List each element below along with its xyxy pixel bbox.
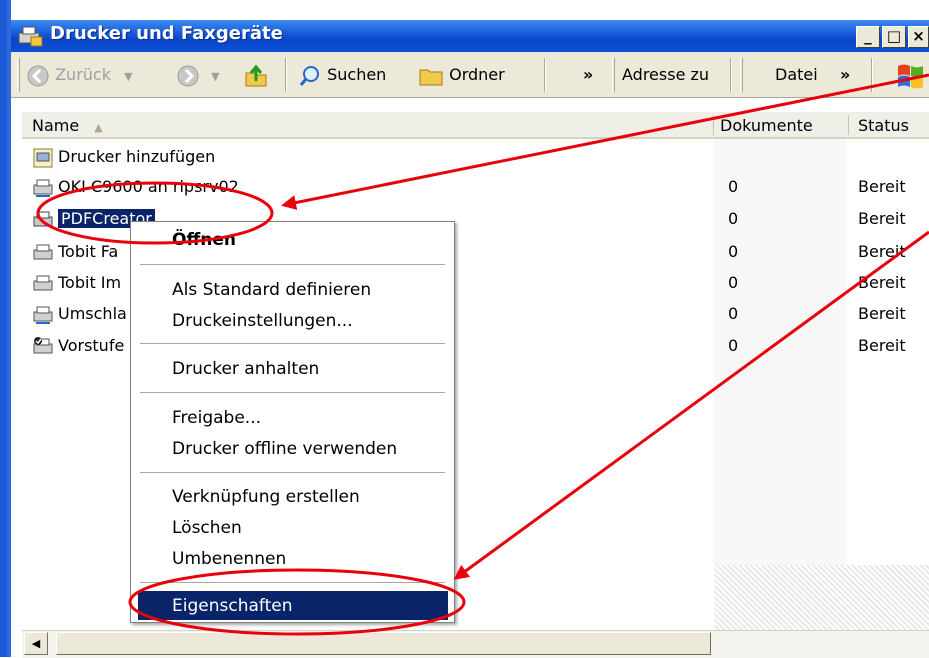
annotation-arrow <box>453 230 929 580</box>
annotation-arrow <box>281 73 929 210</box>
highlight-ellipse-pdfcreator <box>36 181 274 245</box>
annotation-overlay <box>36 73 929 636</box>
highlight-ellipse-properties <box>128 568 466 636</box>
